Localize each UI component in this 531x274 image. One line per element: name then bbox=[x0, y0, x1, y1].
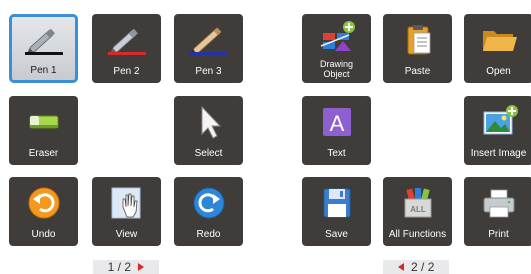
eraser-icon bbox=[9, 104, 78, 140]
text-button[interactable]: A Text bbox=[302, 96, 371, 165]
drawing-object-label-line2: Object bbox=[323, 69, 350, 79]
pen-1-label: Pen 1 bbox=[30, 65, 57, 76]
save-button[interactable]: Save bbox=[302, 177, 371, 246]
print-button[interactable]: Print bbox=[464, 177, 531, 246]
pen-1-button[interactable]: Pen 1 bbox=[9, 14, 78, 83]
eraser-label: Eraser bbox=[28, 148, 59, 159]
text-label: Text bbox=[327, 148, 346, 159]
next-page-arrow-icon[interactable] bbox=[138, 263, 145, 271]
pager-current-2: 2 bbox=[410, 260, 418, 274]
undo-icon bbox=[9, 185, 78, 221]
page-indicator-1: 1 / 2 bbox=[93, 260, 159, 274]
view-button[interactable]: View bbox=[92, 177, 161, 246]
insert-image-label: Insert Image bbox=[470, 148, 527, 159]
select-label: Select bbox=[194, 148, 223, 159]
redo-icon bbox=[174, 185, 243, 221]
text-glyph: A bbox=[329, 111, 344, 136]
paste-label: Paste bbox=[404, 66, 431, 77]
clipboard-paste-icon bbox=[383, 22, 452, 58]
cursor-arrow-icon bbox=[174, 104, 243, 140]
select-button[interactable]: Select bbox=[174, 96, 243, 165]
open-label: Open bbox=[486, 66, 511, 77]
drawing-object-label-line1: Drawing bbox=[319, 59, 353, 69]
paste-button[interactable]: Paste bbox=[383, 14, 452, 83]
all-badge-text: ALL bbox=[410, 205, 426, 214]
pen-2-label: Pen 2 bbox=[113, 66, 140, 77]
folder-open-icon bbox=[464, 22, 531, 58]
pen-3-label: Pen 3 bbox=[195, 66, 222, 77]
insert-image-icon bbox=[464, 104, 531, 140]
all-functions-icon: ALL bbox=[383, 185, 452, 221]
pen-3-icon bbox=[174, 22, 243, 58]
all-functions-label: All Functions bbox=[388, 229, 447, 240]
floppy-save-icon bbox=[302, 185, 371, 221]
pen-3-button[interactable]: Pen 3 bbox=[174, 14, 243, 83]
drawing-object-label: Drawing Object bbox=[302, 59, 371, 79]
redo-button[interactable]: Redo bbox=[174, 177, 243, 246]
drawing-object-button[interactable]: Drawing Object bbox=[302, 14, 371, 83]
toolbox-panel: Pen 1 Pen 2 Pen 3 Eraser Select Undo Vie… bbox=[0, 0, 531, 274]
page-indicator-2: 2 / 2 bbox=[383, 260, 449, 274]
pager-separator: / bbox=[117, 260, 121, 274]
all-functions-button[interactable]: ALL All Functions bbox=[383, 177, 452, 246]
save-label: Save bbox=[325, 229, 348, 240]
drawing-object-icon bbox=[302, 19, 371, 55]
undo-label: Undo bbox=[31, 229, 56, 240]
eraser-button[interactable]: Eraser bbox=[9, 96, 78, 165]
pen-1-icon bbox=[12, 22, 75, 58]
open-button[interactable]: Open bbox=[464, 14, 531, 83]
insert-image-button[interactable]: Insert Image bbox=[464, 96, 531, 165]
redo-label: Redo bbox=[196, 229, 221, 240]
pen-2-icon bbox=[92, 22, 161, 58]
pen-2-button[interactable]: Pen 2 bbox=[92, 14, 161, 83]
pager-total: 2 bbox=[124, 260, 132, 274]
hand-view-icon bbox=[92, 185, 161, 221]
print-label: Print bbox=[488, 229, 509, 240]
pager-separator-2: / bbox=[421, 260, 425, 274]
printer-icon bbox=[464, 185, 531, 221]
pager-total-2: 2 bbox=[427, 260, 435, 274]
undo-button[interactable]: Undo bbox=[9, 177, 78, 246]
view-label: View bbox=[115, 229, 138, 240]
prev-page-arrow-icon[interactable] bbox=[397, 263, 404, 271]
text-a-icon: A bbox=[302, 104, 371, 140]
pager-current: 1 bbox=[107, 260, 115, 274]
